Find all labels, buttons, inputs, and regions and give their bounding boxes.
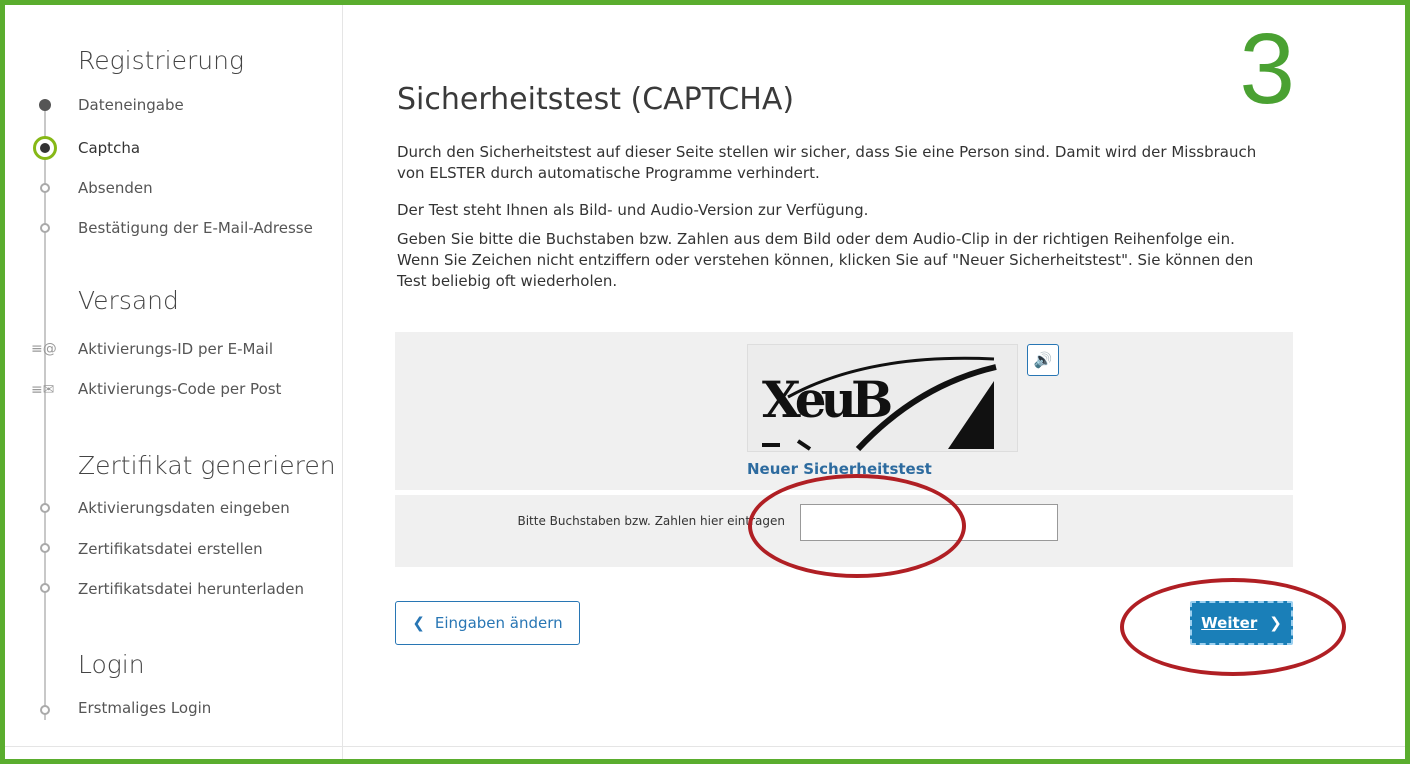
captcha-input-label: Bitte Buchstaben bzw. Zahlen hier eintra… — [517, 514, 785, 528]
sidebar-item-bestaetigung[interactable]: Bestätigung der E-Mail-Adresse — [78, 219, 313, 237]
step-pending-dot — [40, 583, 50, 593]
captcha-panel: XeuB 🔊 Neuer Sicherheitstest — [395, 332, 1293, 490]
step-pending-dot — [40, 543, 50, 553]
speaker-icon: 🔊 — [1033, 351, 1053, 369]
sidebar-item-dateneingabe[interactable]: Dateneingabe — [78, 96, 184, 114]
page-title: Sicherheitstest (CAPTCHA) — [397, 82, 795, 117]
captcha-input-row: Bitte Buchstaben bzw. Zahlen hier eintra… — [395, 495, 1293, 567]
sidebar-item-erstmaliges-login[interactable]: Erstmaliges Login — [78, 699, 211, 717]
section-title-zertifikat: Zertifikat generieren — [78, 451, 336, 480]
next-button[interactable]: Weiter ❯ — [1190, 601, 1293, 645]
captcha-image: XeuB — [747, 344, 1018, 452]
sidebar-item-captcha[interactable]: Captcha — [78, 139, 140, 157]
intro-paragraph: Durch den Sicherheitstest auf dieser Sei… — [397, 143, 1257, 182]
back-button[interactable]: ❮ Eingaben ändern — [395, 601, 580, 645]
email-at-icon: ≡@ — [31, 341, 57, 357]
sidebar-progress: Registrierung Dateneingabe Captcha Absen… — [5, 5, 343, 759]
sidebar-item-zertifikatsdatei-herunterladen[interactable]: Zertifikatsdatei herunterladen — [78, 580, 304, 598]
chevron-left-icon: ❮ — [412, 614, 425, 632]
section-title-versand: Versand — [78, 286, 179, 315]
sidebar-item-aktivierungs-code[interactable]: Aktivierungs-Code per Post — [78, 380, 281, 398]
next-button-label: Weiter — [1201, 614, 1258, 632]
step-number-annotation: 3 — [1239, 13, 1295, 125]
step-current-dot — [33, 136, 57, 160]
sidebar-item-aktivierungs-id[interactable]: Aktivierungs-ID per E-Mail — [78, 340, 273, 358]
step-pending-dot — [40, 705, 50, 715]
sidebar-item-zertifikatsdatei-erstellen[interactable]: Zertifikatsdatei erstellen — [78, 540, 263, 558]
step-pending-dot — [40, 183, 50, 193]
instructions-paragraph: Geben Sie bitte die Buchstaben bzw. Zahl… — [397, 230, 1254, 290]
step-pending-dot — [40, 223, 50, 233]
timeline-line — [44, 101, 46, 720]
audio-captcha-button[interactable]: 🔊 — [1027, 344, 1059, 376]
captcha-input[interactable] — [800, 504, 1058, 541]
sidebar-item-absenden[interactable]: Absenden — [78, 179, 153, 197]
divider — [5, 746, 1405, 747]
step-pending-dot — [40, 503, 50, 513]
main-content: 3 Sicherheitstest (CAPTCHA) Durch den Si… — [343, 5, 1405, 759]
audio-info-paragraph: Der Test steht Ihnen als Bild- und Audio… — [397, 201, 869, 219]
letter-icon: ≡✉ — [31, 382, 55, 398]
chevron-right-icon: ❯ — [1269, 614, 1282, 632]
back-button-label: Eingaben ändern — [434, 614, 563, 632]
sidebar-item-aktivierungsdaten[interactable]: Aktivierungsdaten eingeben — [78, 499, 290, 517]
section-title-login: Login — [78, 650, 145, 679]
section-title-registrierung: Registrierung — [78, 46, 244, 75]
step-done-dot — [39, 99, 51, 111]
new-captcha-link[interactable]: Neuer Sicherheitstest — [747, 460, 932, 478]
